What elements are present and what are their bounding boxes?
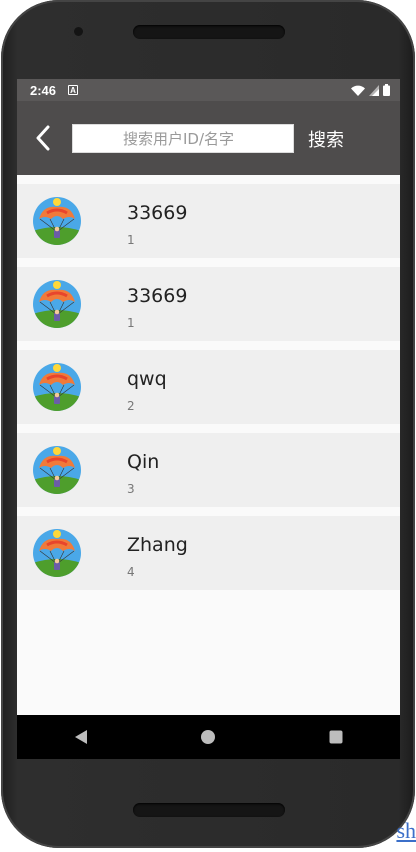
user-name: 33669 [127,285,188,307]
user-name: Qin [127,451,160,473]
back-arrow-icon [36,125,50,151]
user-name: Zhang [127,534,188,556]
recents-square-icon [329,730,343,744]
search-input[interactable] [123,129,293,148]
app-bar: 搜索 [17,101,400,175]
parachute-avatar-icon [33,197,81,245]
user-list: 33669 1 33669 1 qwq 2 Qin 3 Zhang 4 [17,175,400,590]
user-row[interactable]: Qin 3 [17,433,400,507]
avatar [33,280,81,328]
back-button[interactable] [29,121,57,155]
system-icons [351,84,390,96]
status-bar: 2:46 A [17,79,400,101]
side-link[interactable]: sh [396,818,416,844]
nav-recents-button[interactable] [316,717,356,757]
user-id: 4 [127,565,135,579]
user-row[interactable]: Zhang 4 [17,516,400,590]
parachute-avatar-icon [33,529,81,577]
user-id: 1 [127,316,135,330]
user-row[interactable]: 33669 1 [17,267,400,341]
app-screen: 2:46 A 搜索用户ID/名字 搜索 33669 1 33669 1 qwq … [17,79,400,759]
back-triangle-icon [74,730,87,744]
search-button[interactable]: 搜索 [308,126,344,152]
user-name: qwq [127,368,167,390]
avatar [33,529,81,577]
nav-back-button[interactable] [61,717,101,757]
a-icon: A [68,85,79,95]
parachute-avatar-icon [33,280,81,328]
bottom-speaker [133,803,285,817]
user-name: 33669 [127,202,188,224]
front-camera [74,27,83,36]
wifi-icon [351,85,365,96]
user-row[interactable]: 33669 1 [17,184,400,258]
user-id: 3 [127,482,135,496]
signal-icon [369,84,379,96]
parachute-avatar-icon [33,446,81,494]
navigation-bar [17,715,400,759]
avatar [33,197,81,245]
avatar [33,446,81,494]
user-row[interactable]: qwq 2 [17,350,400,424]
home-circle-icon [201,730,216,744]
top-speaker [133,25,285,39]
status-time: 2:46 [30,82,57,98]
battery-icon [383,84,390,96]
parachute-avatar-icon [33,363,81,411]
search-box[interactable] [72,124,294,153]
nav-home-button[interactable] [188,717,228,757]
avatar [33,363,81,411]
user-id: 2 [127,399,135,413]
user-id: 1 [127,233,135,247]
